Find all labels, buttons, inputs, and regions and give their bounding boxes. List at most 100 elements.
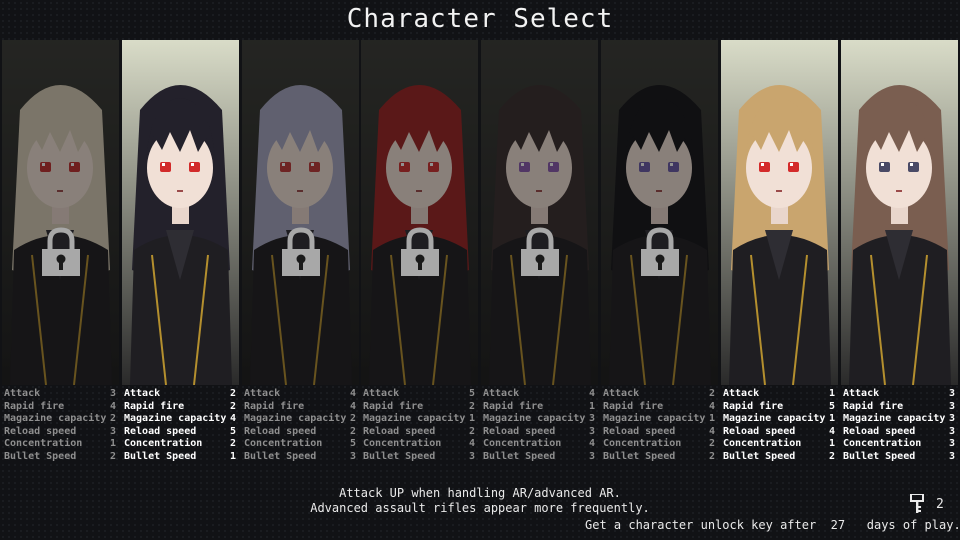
stat-label: Attack (4, 388, 41, 399)
stat-label: Attack (244, 388, 281, 399)
stat-label: Rapid fire (483, 400, 544, 412)
stat-value: 4 (349, 400, 356, 412)
character-stats: Attack 4 Rapid fire 1 Magazine capacity 3 Relo… (483, 388, 596, 464)
stat-value: 2 (468, 400, 475, 412)
stat-row: Concentration 1 (723, 438, 836, 451)
stat-label: Bullet Speed (603, 450, 676, 462)
character-card-3[interactable]: Attack 4 Rapid fire 4 Magazine capacity 2 Relo… (242, 40, 359, 466)
character-card-1[interactable]: Attack 3 Rapid fire 4 Magazine capacity 2 Relo… (2, 40, 119, 466)
stat-value: 1 (229, 450, 236, 462)
stat-label: Concentration (363, 438, 442, 450)
stat-value: 4 (708, 400, 715, 412)
locked-overlay (481, 40, 598, 385)
stat-label: Concentration (483, 438, 562, 450)
stat-row: Concentration 2 (603, 438, 716, 451)
stat-row: Concentration 4 (363, 438, 476, 451)
stat-row: Reload speed 4 (603, 426, 716, 439)
stat-row: Reload speed 2 (363, 426, 476, 439)
stat-row: Rapid fire 4 (244, 401, 357, 414)
stat-row: Bullet Speed 2 (723, 451, 836, 464)
stat-label: Bullet Speed (723, 450, 796, 462)
stat-row: Rapid fire 4 (603, 401, 716, 414)
stat-value: 4 (588, 438, 595, 450)
stat-row: Attack 2 (603, 388, 716, 401)
character-portrait (721, 40, 838, 385)
stat-row: Attack 3 (843, 388, 956, 401)
stat-label: Magazine capacity (363, 413, 466, 425)
stat-row: Magazine capacity 3 (843, 413, 956, 426)
stat-value: 4 (109, 400, 116, 412)
stat-label: Reload speed (843, 425, 916, 437)
stat-label: Rapid fire (244, 400, 305, 412)
description-line-2: Advanced assault rifles appear more freq… (310, 501, 650, 515)
stat-value: 3 (588, 413, 595, 425)
character-stats: Attack 3 Rapid fire 4 Magazine capacity 2 Relo… (4, 388, 117, 464)
stat-value: 5 (349, 438, 356, 450)
character-card-7[interactable]: Attack 1 Rapid fire 5 Magazine capacity 1 Relo… (721, 40, 838, 466)
stat-row: Rapid fire 5 (723, 401, 836, 414)
stat-value: 2 (109, 413, 116, 425)
stat-value: 2 (828, 450, 835, 462)
stat-row: Concentration 3 (843, 438, 956, 451)
stat-value: 2 (468, 425, 475, 437)
stat-row: Rapid fire 2 (363, 401, 476, 414)
stat-value: 4 (349, 388, 356, 399)
stat-row: Magazine capacity 3 (483, 413, 596, 426)
stat-row: Magazine capacity 1 (363, 413, 476, 426)
character-portrait (841, 40, 958, 385)
stat-row: Bullet Speed 3 (363, 451, 476, 464)
stat-value: 2 (708, 438, 715, 450)
character-card-2[interactable]: Attack 2 Rapid fire 2 Magazine capacity 4 Relo… (122, 40, 239, 466)
stat-value: 4 (588, 388, 595, 399)
stat-label: Rapid fire (723, 400, 784, 412)
stat-row: Attack 5 (363, 388, 476, 401)
stat-label: Bullet Speed (483, 450, 556, 462)
stat-row: Rapid fire 1 (483, 401, 596, 414)
character-stats: Attack 2 Rapid fire 4 Magazine capacity 1 Relo… (603, 388, 716, 464)
unlock-key-message: Get a character unlock key after 27 days… (585, 518, 960, 532)
character-card-4[interactable]: Attack 5 Rapid fire 2 Magazine capacity 1 Relo… (361, 40, 478, 466)
stat-row: Attack 1 (723, 388, 836, 401)
stat-value: 2 (109, 450, 116, 462)
stat-row: Magazine capacity 2 (244, 413, 357, 426)
stat-row: Attack 4 (483, 388, 596, 401)
stat-label: Reload speed (603, 425, 676, 437)
padlock-icon (399, 227, 441, 277)
character-card-8[interactable]: Attack 3 Rapid fire 3 Magazine capacity 3 Relo… (841, 40, 958, 466)
stat-label: Bullet Speed (843, 450, 916, 462)
stat-label: Rapid fire (843, 400, 904, 412)
stat-label: Concentration (244, 438, 323, 450)
stat-label: Reload speed (363, 425, 436, 437)
stat-value: 2 (708, 450, 715, 462)
character-card-5[interactable]: Attack 4 Rapid fire 1 Magazine capacity 3 Relo… (481, 40, 598, 466)
stat-row: Magazine capacity 4 (124, 413, 237, 426)
stat-label: Reload speed (4, 425, 77, 437)
stat-value: 1 (828, 413, 835, 425)
stat-label: Rapid fire (4, 400, 65, 412)
stat-row: Attack 3 (4, 388, 117, 401)
stat-value: 1 (588, 400, 595, 412)
padlock-icon (280, 227, 322, 277)
stat-value: 1 (828, 388, 835, 399)
stat-row: Bullet Speed 2 (4, 451, 117, 464)
stat-value: 5 (468, 388, 475, 399)
stat-row: Bullet Speed 1 (124, 451, 237, 464)
stat-label: Concentration (4, 438, 83, 450)
stat-label: Concentration (723, 438, 802, 450)
stat-row: Rapid fire 2 (124, 401, 237, 414)
stat-value: 4 (468, 438, 475, 450)
stat-value: 1 (468, 413, 475, 425)
stat-label: Reload speed (483, 425, 556, 437)
character-stats: Attack 4 Rapid fire 4 Magazine capacity 2 Relo… (244, 388, 357, 464)
stat-label: Attack (483, 388, 520, 399)
stat-row: Bullet Speed 3 (483, 451, 596, 464)
stat-row: Reload speed 2 (244, 426, 357, 439)
locked-overlay (361, 40, 478, 385)
character-card-6[interactable]: Attack 2 Rapid fire 4 Magazine capacity 1 Relo… (601, 40, 718, 466)
screen-title: Character Select (346, 4, 614, 34)
character-stats: Attack 3 Rapid fire 3 Magazine capacity 3 Relo… (843, 388, 956, 464)
stat-value: 3 (948, 413, 955, 425)
stat-row: Rapid fire 3 (843, 401, 956, 414)
stat-label: Attack (843, 388, 880, 399)
stat-value: 3 (948, 400, 955, 412)
